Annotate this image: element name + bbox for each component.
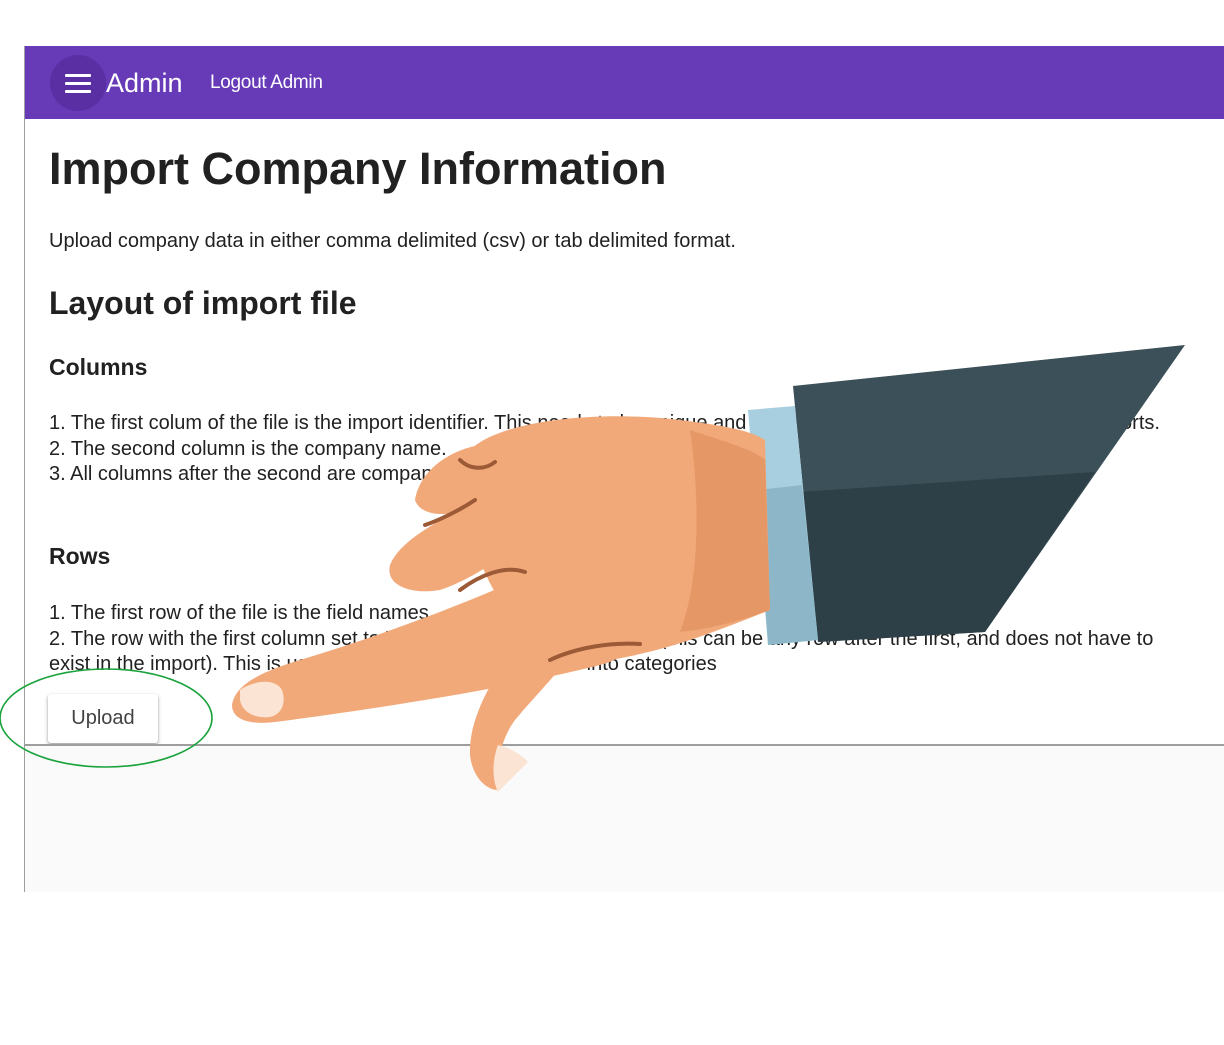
list-item: 1. The first row of the file is the fiel… [49,602,435,624]
intro-text: Upload company data in either comma deli… [49,230,736,252]
page-title: Import Company Information [49,143,667,194]
rows-list: 1. The first row of the file is the fiel… [49,601,1199,678]
list-item: 2. The row with the first column set to … [49,627,1154,676]
upload-button[interactable]: Upload [48,694,158,743]
browser-viewport: Admin Logout Admin Import Company Inform… [24,46,1224,892]
rows-heading: Rows [49,543,111,569]
app-bar: Admin Logout Admin [25,46,1224,119]
menu-button[interactable] [50,55,106,111]
list-item: 3. All columns after the second are comp… [49,463,501,485]
layout-heading: Layout of import file [49,285,357,321]
columns-heading: Columns [49,354,148,380]
logout-link[interactable]: Logout Admin [210,71,323,95]
app-title: Admin [106,68,183,98]
list-item: 1. The first colum of the file is the im… [49,412,1160,434]
footer-area [25,744,1224,892]
columns-list: 1. The first colum of the file is the im… [49,411,1199,488]
list-item: 2. The second column is the company name… [49,437,447,460]
